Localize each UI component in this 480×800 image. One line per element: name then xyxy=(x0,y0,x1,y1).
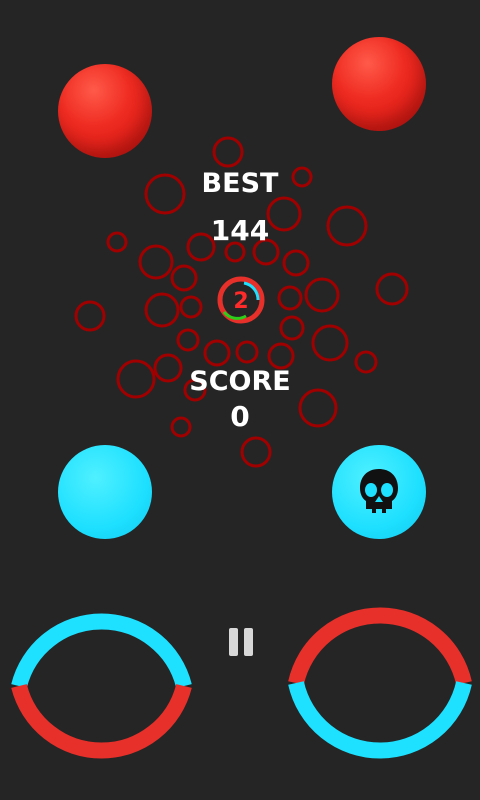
left-color-wheel[interactable] xyxy=(11,613,192,759)
pause-button[interactable] xyxy=(226,626,256,660)
best-label: BEST xyxy=(201,168,279,199)
red-ball-left xyxy=(58,64,152,158)
score-value: 0 xyxy=(230,400,250,433)
skull-icon xyxy=(360,469,398,513)
red-ball-right xyxy=(332,37,426,131)
score-label: SCORE xyxy=(189,366,291,397)
level-indicator: 2 xyxy=(217,276,265,324)
blue-ball-right xyxy=(332,445,426,539)
blue-ball-left xyxy=(58,445,152,539)
best-value: 144 xyxy=(210,214,270,247)
level-number: 2 xyxy=(233,289,248,314)
right-color-wheel[interactable] xyxy=(288,607,472,759)
